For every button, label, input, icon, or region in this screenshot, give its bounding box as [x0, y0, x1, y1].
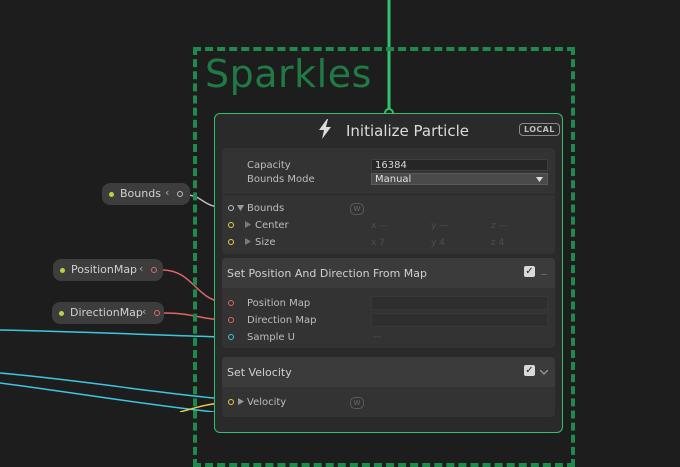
property-dot — [59, 311, 64, 316]
property-node-position-map[interactable]: PositionMap ‹ — [53, 259, 163, 281]
divider — [222, 194, 555, 195]
size-port[interactable] — [228, 239, 234, 245]
property-dot — [60, 268, 65, 273]
world-space-badge[interactable]: W — [350, 203, 364, 215]
size-label: Size — [255, 237, 276, 248]
property-label: DirectionMap — [70, 306, 143, 319]
collapse-icon[interactable] — [541, 274, 547, 275]
velocity-port[interactable] — [228, 399, 234, 405]
size-x[interactable]: x 7 — [371, 238, 385, 248]
sample-u-label: Sample U — [247, 332, 295, 343]
property-node-bounds[interactable]: Bounds ‹ — [102, 183, 190, 205]
block-title: Set Velocity — [227, 366, 292, 379]
bolt-icon — [319, 119, 331, 139]
chevron-left-icon[interactable]: ‹ — [165, 186, 169, 199]
direction-map-field[interactable] — [371, 313, 548, 327]
triangle-right-icon[interactable] — [245, 221, 251, 228]
chevron-down-icon[interactable] — [540, 370, 548, 375]
bounds-port[interactable] — [228, 205, 234, 211]
center-label: Center — [255, 220, 289, 231]
capacity-field[interactable]: 16384 — [371, 159, 548, 171]
context-title: Initialize Particle — [346, 122, 469, 140]
property-node-direction-map[interactable]: DirectionMap ‹ — [52, 302, 164, 324]
group-title[interactable]: Sparkles — [205, 52, 372, 96]
cyan-edge-2[interactable] — [0, 382, 215, 412]
world-space-badge[interactable]: W — [350, 397, 364, 409]
property-dot — [109, 192, 114, 197]
block-enabled-checkbox[interactable]: ✓ — [524, 266, 535, 277]
cyan-edge-1[interactable] — [0, 372, 215, 399]
chevron-left-icon[interactable]: ‹ — [142, 305, 146, 318]
triangle-right-icon[interactable] — [238, 398, 244, 405]
direction-map-label: Direction Map — [247, 315, 317, 326]
chevron-left-icon[interactable]: ‹ — [139, 262, 143, 275]
position-map-port[interactable] — [228, 300, 234, 306]
position-map-label: Position Map — [247, 298, 311, 309]
bounds-mode-label: Bounds Mode — [247, 174, 315, 185]
property-label: Bounds — [120, 187, 161, 200]
capacity-label: Capacity — [247, 160, 291, 171]
bounds-label: Bounds — [247, 203, 285, 214]
property-output-port[interactable] — [151, 267, 157, 273]
direction-map-port[interactable] — [228, 317, 234, 323]
space-badge[interactable]: LOCAL — [519, 123, 560, 136]
center-x[interactable]: x — — [371, 221, 388, 231]
property-output-port[interactable] — [154, 310, 160, 316]
block-title: Set Position And Direction From Map — [227, 267, 428, 280]
sample-u-port[interactable] — [228, 334, 234, 340]
bounds-mode-value: Manual — [375, 174, 412, 185]
chevron-down-icon — [536, 177, 543, 182]
size-z[interactable]: z 4 — [491, 238, 504, 248]
center-port[interactable] — [228, 222, 234, 228]
bounds-mode-dropdown[interactable]: Manual — [371, 173, 548, 185]
velocity-label: Velocity — [247, 397, 287, 408]
center-y[interactable]: y — — [431, 221, 448, 231]
property-label: PositionMap — [71, 263, 138, 276]
property-output-port[interactable] — [177, 191, 183, 197]
triangle-right-icon[interactable] — [245, 238, 251, 245]
size-y[interactable]: y 4 — [431, 238, 445, 248]
position-map-field[interactable] — [371, 296, 548, 310]
block-enabled-checkbox[interactable]: ✓ — [524, 365, 535, 376]
sample-u-field[interactable]: — — [373, 332, 382, 342]
center-z[interactable]: z — — [491, 221, 508, 231]
triangle-down-icon[interactable] — [237, 205, 244, 211]
